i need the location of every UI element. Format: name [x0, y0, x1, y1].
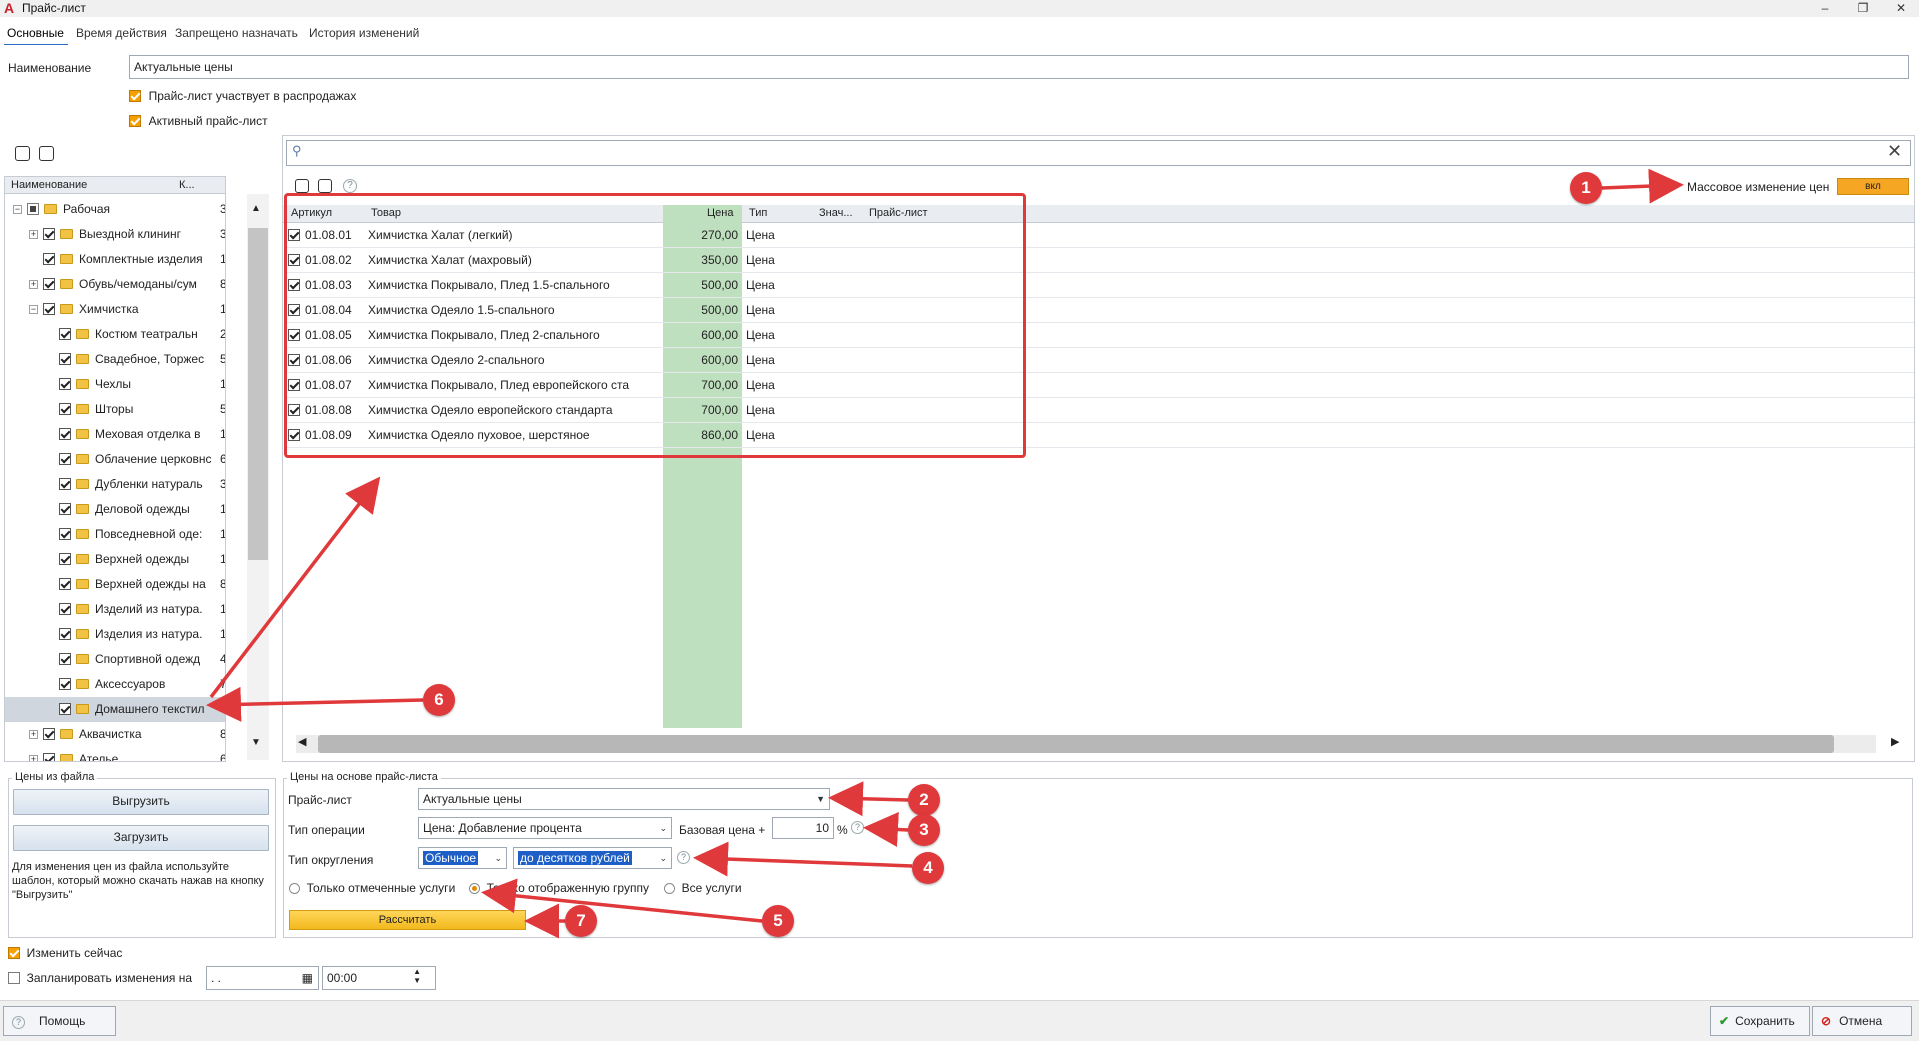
arrow-1	[1601, 168, 1684, 204]
arrow-6b	[209, 476, 381, 699]
annotation-badge-7: 7	[565, 905, 597, 937]
arrow-3	[863, 811, 909, 847]
arrow-4	[693, 841, 913, 877]
annotation-badge-6: 6	[423, 684, 455, 716]
arrow-5	[481, 878, 763, 923]
annotation-badge-5: 5	[762, 905, 794, 937]
arrow-2	[828, 781, 909, 817]
annotation-badge-2: 2	[908, 784, 940, 816]
annotation-badge-3: 3	[908, 814, 940, 846]
annotation-arrows	[206, 168, 1684, 939]
arrow-6a	[206, 686, 424, 722]
annotation-badge-1: 1	[1570, 172, 1602, 204]
annotation-badge-4: 4	[912, 852, 944, 884]
